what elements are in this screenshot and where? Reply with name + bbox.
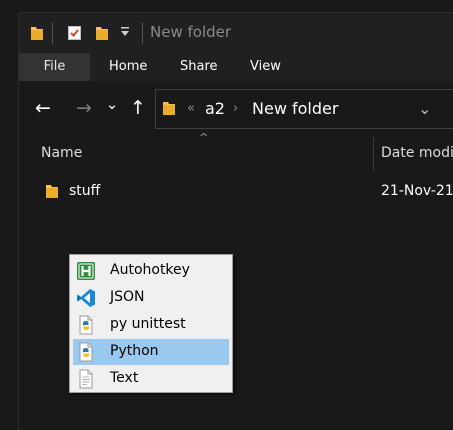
text-file-icon: [76, 369, 96, 389]
forward-button[interactable]: →: [71, 95, 97, 121]
menu-item-text[interactable]: Text: [73, 366, 229, 392]
breadcrumb-new-folder[interactable]: New folder: [252, 90, 338, 128]
recent-locations-button[interactable]: ⌄: [99, 91, 125, 117]
properties-icon[interactable]: [67, 25, 83, 45]
vscode-icon: [76, 288, 96, 308]
folder-icon: [162, 100, 176, 120]
file-name: stuff: [69, 183, 101, 199]
menu-item-py-unittest[interactable]: py unittest: [73, 312, 229, 338]
address-bar[interactable]: « a2 › New folder ⌄: [155, 89, 453, 129]
menu-item-autohotkey[interactable]: Autohotkey: [73, 258, 229, 284]
column-separator[interactable]: [373, 137, 374, 171]
python-file-icon: [76, 342, 96, 362]
python-file-icon: [76, 315, 96, 335]
breadcrumb-chevron-icon[interactable]: ›: [233, 90, 238, 128]
folder-icon: [45, 183, 59, 203]
folder-icon: [30, 25, 44, 45]
column-name[interactable]: Name: [41, 145, 82, 161]
title-separator: [142, 22, 143, 44]
back-button[interactable]: ←: [30, 95, 56, 121]
address-overflow-icon[interactable]: «: [187, 90, 195, 128]
sort-ascending-icon: ^: [199, 131, 209, 144]
breadcrumb-a2[interactable]: a2: [205, 90, 225, 128]
autohotkey-icon: [76, 261, 96, 281]
tab-file[interactable]: File: [19, 53, 90, 81]
new-file-popup-menu: Autohotkey JSON py unittest Python Text: [69, 254, 233, 393]
menu-item-label: Python: [110, 343, 159, 359]
tab-view[interactable]: View: [250, 53, 281, 81]
list-item[interactable]: stuff 21-Nov-21: [19, 177, 453, 207]
menu-item-label: Text: [110, 370, 139, 386]
menu-item-label: Autohotkey: [110, 262, 190, 278]
tab-share[interactable]: Share: [180, 53, 218, 81]
menu-item-label: JSON: [110, 289, 145, 305]
tab-home[interactable]: Home: [109, 53, 147, 81]
column-date-modified[interactable]: Date modi: [381, 145, 453, 161]
up-button[interactable]: ↑: [125, 95, 151, 121]
menu-item-label: py unittest: [110, 316, 186, 332]
customize-dropdown-icon[interactable]: [120, 25, 130, 42]
column-header: ^ Name Date modi: [19, 131, 453, 171]
menu-item-python[interactable]: Python: [73, 339, 229, 365]
title-bar: New folder: [19, 13, 453, 53]
window-title: New folder: [150, 23, 232, 41]
new-folder-icon[interactable]: [95, 25, 109, 45]
navigation-bar: ← → ⌄ ↑ « a2 › New folder ⌄: [19, 81, 453, 137]
address-dropdown-icon[interactable]: ⌄: [418, 90, 431, 128]
menu-item-json[interactable]: JSON: [73, 285, 229, 311]
file-date: 21-Nov-21: [381, 183, 453, 199]
ribbon-tabs: File Home Share View: [19, 53, 453, 81]
title-separator: [52, 22, 53, 44]
